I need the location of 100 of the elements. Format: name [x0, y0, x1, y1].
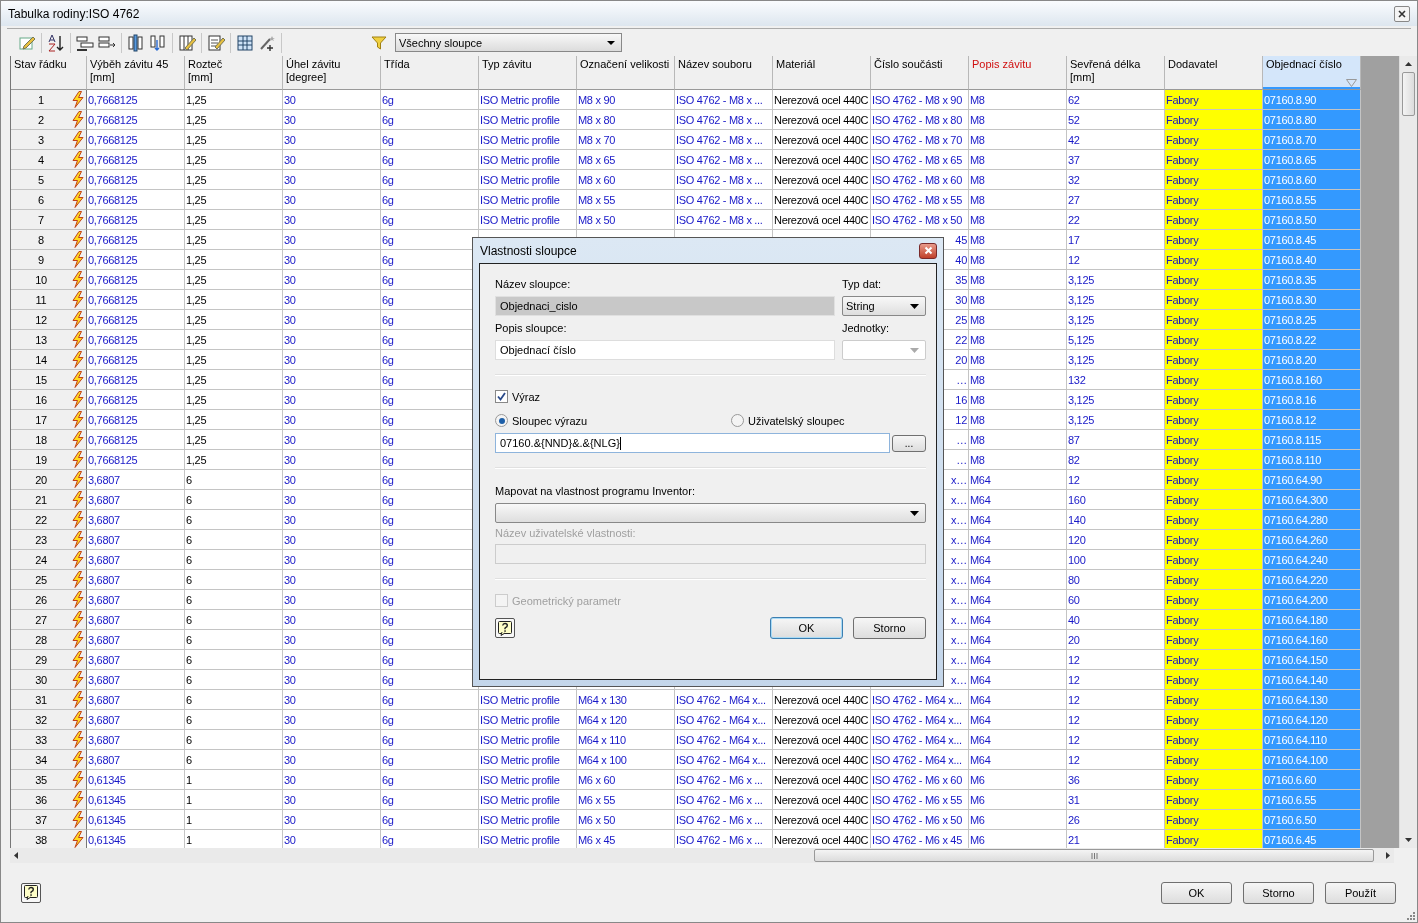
- row-header[interactable]: 35: [11, 770, 87, 790]
- scrollbar-thumb[interactable]: [1402, 72, 1416, 116]
- column-header[interactable]: Číslo součásti: [871, 56, 969, 90]
- row-header[interactable]: 9: [11, 250, 87, 270]
- row-header[interactable]: 37: [11, 810, 87, 830]
- row-header[interactable]: 38: [11, 830, 87, 848]
- row-header[interactable]: 18: [11, 430, 87, 450]
- radio-button[interactable]: [495, 414, 508, 427]
- column-header[interactable]: Třída: [381, 56, 479, 90]
- expression-field[interactable]: 07160.&{NND}&.&{NLG}: [495, 433, 890, 453]
- dialog-button[interactable]: Storno: [853, 617, 926, 639]
- dialog-button[interactable]: Storno: [1243, 881, 1314, 904]
- row-header[interactable]: 26: [11, 590, 87, 610]
- column-header[interactable]: Stav řádku: [11, 56, 87, 90]
- row-header[interactable]: 6: [11, 190, 87, 210]
- row-header[interactable]: 32: [11, 710, 87, 730]
- row-header[interactable]: 1: [11, 90, 87, 110]
- lightning-icon: [72, 811, 84, 828]
- row-header[interactable]: 31: [11, 690, 87, 710]
- data-type-dropdown[interactable]: String: [842, 296, 926, 316]
- dialog-button[interactable]: Použít: [1325, 881, 1396, 904]
- row-header[interactable]: 33: [11, 730, 87, 750]
- sort-icon[interactable]: [47, 33, 65, 52]
- table-cell: 6: [185, 510, 283, 530]
- help-button[interactable]: [21, 882, 41, 903]
- row-header[interactable]: 21: [11, 490, 87, 510]
- table-cell: M8 x 50: [577, 210, 675, 230]
- row-header[interactable]: 7: [11, 210, 87, 230]
- column-header[interactable]: Popis závitu: [969, 56, 1067, 90]
- row-header[interactable]: 17: [11, 410, 87, 430]
- column-header[interactable]: Úhel závitu [degree]: [283, 56, 381, 90]
- column-header[interactable]: Rozteč [mm]: [185, 56, 283, 90]
- table-cell: Fabory: [1165, 690, 1263, 710]
- table-cell: ISO 4762 - M8 x 55: [871, 190, 969, 210]
- row-header[interactable]: 34: [11, 750, 87, 770]
- row-number: 32: [34, 713, 48, 726]
- radio-button[interactable]: [731, 414, 744, 427]
- table-cell: 37: [1067, 150, 1165, 170]
- property-dropdown[interactable]: [495, 503, 926, 523]
- document-pencil-icon[interactable]: [207, 33, 225, 52]
- columns-icon[interactable]: [127, 33, 145, 52]
- row-header[interactable]: 29: [11, 650, 87, 670]
- row-header[interactable]: 16: [11, 390, 87, 410]
- table-pencil-icon[interactable]: [178, 33, 196, 52]
- grid-icon[interactable]: [236, 33, 254, 52]
- row-header[interactable]: 20: [11, 470, 87, 490]
- column-header[interactable]: Typ závitu: [479, 56, 577, 90]
- row-header[interactable]: 24: [11, 550, 87, 570]
- row-header[interactable]: 14: [11, 350, 87, 370]
- row-header[interactable]: 5: [11, 170, 87, 190]
- table-cell: 6: [185, 630, 283, 650]
- table-cell: 30: [283, 590, 381, 610]
- table-cell: Fabory: [1165, 270, 1263, 290]
- row-header[interactable]: 13: [11, 330, 87, 350]
- row-header[interactable]: 28: [11, 630, 87, 650]
- column-header[interactable]: Výběh závitu 45 [mm]: [87, 56, 185, 90]
- row-header[interactable]: 15: [11, 370, 87, 390]
- row-header[interactable]: 23: [11, 530, 87, 550]
- row-header[interactable]: 10: [11, 270, 87, 290]
- close-button[interactable]: [919, 242, 937, 259]
- table-cell: 6: [185, 750, 283, 770]
- row-header[interactable]: 19: [11, 450, 87, 470]
- row-header[interactable]: 36: [11, 790, 87, 810]
- columns-arrow-icon[interactable]: [149, 33, 167, 52]
- table-cell: 0,7668125: [87, 390, 185, 410]
- row-header[interactable]: 12: [11, 310, 87, 330]
- row-header[interactable]: 30: [11, 670, 87, 690]
- filter-icon[interactable]: [371, 34, 387, 51]
- rows-icon[interactable]: [76, 33, 94, 52]
- horizontal-scrollbar[interactable]: [10, 848, 1394, 863]
- column-header[interactable]: Označení velikosti: [577, 56, 675, 90]
- lightning-icon: [72, 391, 84, 408]
- column-header[interactable]: Dodavatel: [1165, 56, 1263, 90]
- column-header[interactable]: Materiál: [773, 56, 871, 90]
- row-header[interactable]: 4: [11, 150, 87, 170]
- row-header[interactable]: 25: [11, 570, 87, 590]
- table-cell: 26: [1067, 810, 1165, 830]
- column-header[interactable]: Objednací číslo: [1263, 56, 1361, 90]
- help-button[interactable]: [495, 618, 515, 638]
- lightning-icon: [72, 171, 84, 188]
- dialog-button[interactable]: OK: [1161, 881, 1232, 904]
- scrollbar-thumb[interactable]: [814, 849, 1374, 862]
- filter-dropdown[interactable]: Všechny sloupce: [395, 33, 622, 52]
- close-button[interactable]: [1394, 5, 1410, 22]
- row-header[interactable]: 8: [11, 230, 87, 250]
- table-cell: M64: [969, 550, 1067, 570]
- row-header[interactable]: 3: [11, 130, 87, 150]
- vertical-scrollbar[interactable]: [1399, 56, 1417, 848]
- table-cell: ISO 4762 - M64 x...: [675, 750, 773, 770]
- row-header[interactable]: 22: [11, 510, 87, 530]
- row-header[interactable]: 27: [11, 610, 87, 630]
- column-header[interactable]: Sevřená délka [mm]: [1067, 56, 1165, 90]
- checkbox[interactable]: [495, 390, 508, 403]
- row-header[interactable]: 11: [11, 290, 87, 310]
- row-header[interactable]: 2: [11, 110, 87, 130]
- description-field[interactable]: Objednací číslo: [495, 340, 835, 360]
- table-cell: M8: [969, 250, 1067, 270]
- browse-button[interactable]: ...: [892, 434, 926, 452]
- column-header[interactable]: Název souboru: [675, 56, 773, 90]
- dialog-button[interactable]: OK: [770, 617, 843, 639]
